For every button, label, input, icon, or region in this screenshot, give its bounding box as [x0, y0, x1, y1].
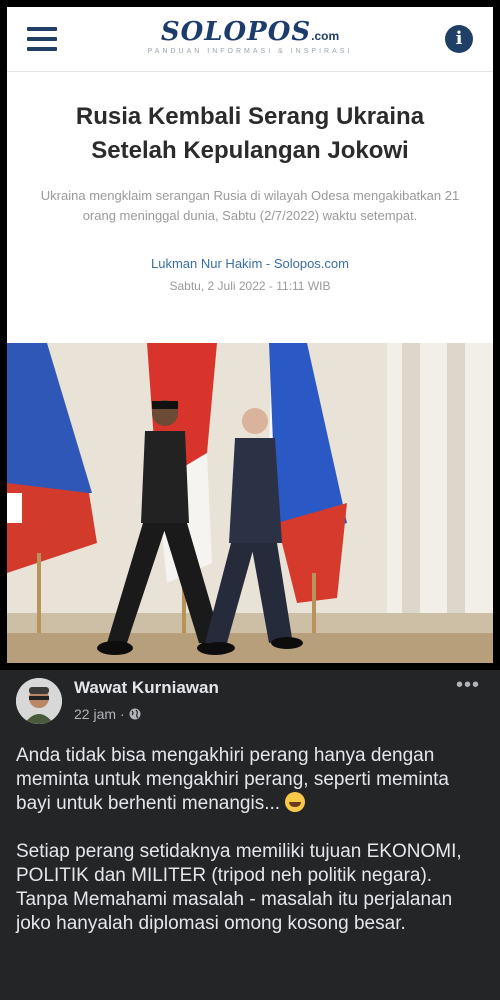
site-logo[interactable]: SOLOPOS.com PANDUAN INFORMASI & INSPIRAS… [7, 17, 493, 55]
post-author[interactable]: Wawat Kurniawan [74, 678, 219, 698]
post-meta: 22 jam · [74, 706, 141, 722]
laughing-emoji [285, 792, 306, 812]
info-icon[interactable]: i [445, 25, 473, 53]
avatar[interactable] [16, 678, 62, 724]
post-paragraph-1-text: Anda tidak bisa mengakhiri perang hanya … [16, 745, 449, 814]
site-header: SOLOPOS.com PANDUAN INFORMASI & INSPIRAS… [7, 7, 493, 72]
article-byline[interactable]: Lukman Nur Hakim - Solopos.com [7, 256, 493, 271]
article-headline: Rusia Kembali Serang Ukraina Setelah Kep… [75, 103, 425, 164]
logo-tagline: PANDUAN INFORMASI & INSPIRASI [147, 48, 353, 55]
post-time[interactable]: 22 jam [74, 706, 116, 722]
article-summary: Ukraina mengklaim serangan Rusia di wila… [40, 188, 460, 223]
facebook-post: Wawat Kurniawan 22 jam · ••• Anda tidak … [0, 670, 500, 1000]
article-date: Sabtu, 2 Juli 2022 - 11:11 WIB [169, 279, 331, 293]
article-screenshot: SOLOPOS.com PANDUAN INFORMASI & INSPIRAS… [7, 7, 493, 663]
post-body: Anda tidak bisa mengakhiri perang hanya … [16, 744, 486, 960]
article-photo[interactable] [7, 343, 493, 663]
post-paragraph-2: Setiap perang setidaknya memiliki tujuan… [16, 841, 462, 934]
post-paragraph: Anda tidak bisa mengakhiri perang hanya … [16, 744, 486, 816]
more-options-icon[interactable]: ••• [456, 674, 480, 697]
globe-icon [129, 708, 141, 720]
logo-text: SOLOPOS [160, 17, 312, 47]
meta-separator: · [120, 706, 125, 722]
logo-suffix: .com [311, 29, 340, 43]
